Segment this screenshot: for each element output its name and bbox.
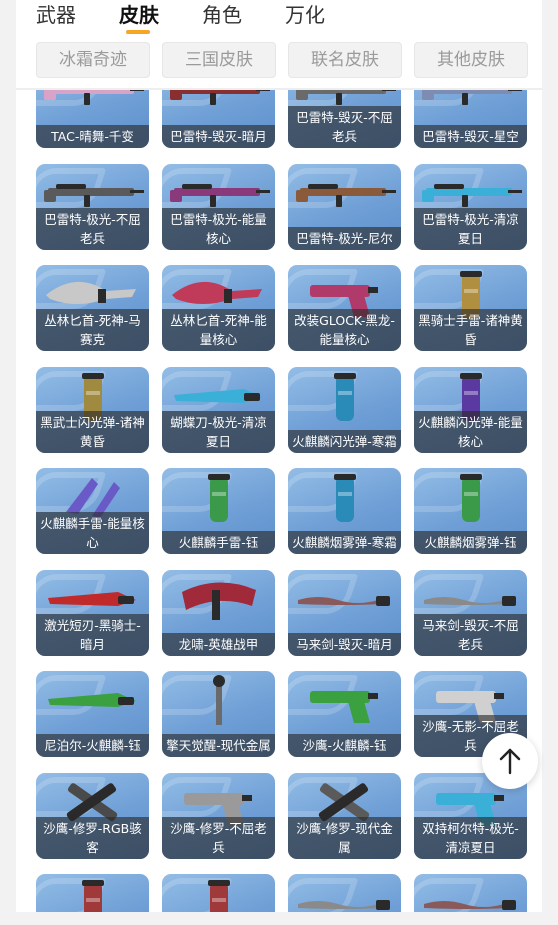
skin-card[interactable]: 巴雷特-极光-能量核心 <box>162 163 275 250</box>
skin-grid-viewport[interactable]: TAC-晴舞-千变 巴雷特-毁灭-暗月 巴雷特-毁灭-不屈老兵 巴雷特-毁灭-星… <box>16 90 542 912</box>
skin-card-label: 巴雷特-毁灭-暗月 <box>162 125 275 148</box>
skin-card[interactable]: 黑骑士手雷-诸神黄昏 <box>414 265 527 351</box>
skin-card[interactable]: 龙啸-英雄战甲 <box>162 569 275 656</box>
skin-card-label: 丛林匕首-死神-能量核心 <box>162 309 275 351</box>
skin-card-label: TAC-晴舞-千变 <box>36 125 149 148</box>
skin-card[interactable]: 沙鹰-火麒麟-钰 <box>288 671 401 757</box>
skin-card[interactable]: 改装GLOCK-黑龙-能量核心 <box>288 265 401 351</box>
skin-catalog-page: 武器 皮肤 角色 万化 冰霜奇迹 三国皮肤 联名皮肤 其他皮肤 TAC-晴舞-千… <box>16 0 542 925</box>
grenade-weapon-icon <box>82 880 104 912</box>
grenade-weapon-icon <box>460 474 482 522</box>
skin-card[interactable]: 火麒麟闪光弹-能量核心 <box>414 366 527 453</box>
subtab-frost-miracle[interactable]: 冰霜奇迹 <box>36 42 150 78</box>
skin-card[interactable]: 巴雷特-极光-不屈老兵 <box>36 163 149 250</box>
skin-card-label: 改装GLOCK-黑龙-能量核心 <box>288 309 401 351</box>
skin-card[interactable]: 巴雷特-极光-尼尔 <box>288 163 401 250</box>
category-tabs: 武器 皮肤 角色 万化 <box>16 0 542 40</box>
skin-card-label: 激光短刃-黑骑士-暗月 <box>36 613 149 656</box>
grenade-weapon-icon <box>208 880 230 912</box>
skin-card-label: 龙啸-英雄战甲 <box>162 632 275 656</box>
skin-card[interactable]: TAC-晴舞-千变 <box>36 90 149 148</box>
skin-card[interactable] <box>36 874 149 912</box>
skin-card-label: 马来剑-毁灭-不屈老兵 <box>414 613 527 656</box>
grenade-weapon-icon <box>334 372 356 421</box>
skin-card[interactable]: 马来剑-毁灭-暗月 <box>288 569 401 656</box>
skin-card-label: 黑骑士手雷-诸神黄昏 <box>414 309 527 351</box>
skin-card[interactable]: 蝴蝶刀-极光-清凉夏日 <box>162 366 275 453</box>
skin-card-label: 巴雷特-毁灭-星空 <box>414 125 527 148</box>
sword-weapon-icon <box>298 900 390 910</box>
skin-card[interactable]: 尼泊尔-火麒麟-钰 <box>36 671 149 757</box>
grenade-weapon-icon <box>334 474 356 522</box>
skin-subcategory-tabs: 冰霜奇迹 三国皮肤 联名皮肤 其他皮肤 <box>16 42 542 82</box>
skin-card[interactable]: 火麒麟烟雾弹-钰 <box>414 468 527 554</box>
skin-card-label: 黑武士闪光弹-诸神黄昏 <box>36 410 149 453</box>
skin-card[interactable]: 火麒麟手雷-能量核心 <box>36 468 149 554</box>
skin-card[interactable]: 黑武士闪光弹-诸神黄昏 <box>36 366 149 453</box>
skin-card-label: 火麒麟手雷-钰 <box>162 531 275 554</box>
skin-card[interactable]: 火麒麟烟雾弹-寒霜 <box>288 468 401 554</box>
skin-card-label: 火麒麟烟雾弹-钰 <box>414 531 527 554</box>
skin-card[interactable]: 擎天觉醒-现代金属 <box>162 671 275 757</box>
skin-card[interactable]: 火麒麟闪光弹-寒霜 <box>288 366 401 453</box>
skin-card-label: 沙鹰-修罗-现代金属 <box>288 816 401 859</box>
tab-wanhua[interactable]: 万化 <box>285 2 325 28</box>
tab-characters[interactable]: 角色 <box>202 2 242 28</box>
skin-card[interactable]: 火麒麟手雷-钰 <box>162 468 275 554</box>
skin-card[interactable] <box>162 874 275 912</box>
skin-card-label: 双持柯尔特-极光-清凉夏日 <box>414 816 527 859</box>
skin-card-label: 火麒麟闪光弹-寒霜 <box>288 429 401 453</box>
skin-card-label: 丛林匕首-死神-马赛克 <box>36 309 149 351</box>
axe-weapon-icon <box>182 581 256 620</box>
skin-card[interactable]: 沙鹰-修罗-现代金属 <box>288 772 401 859</box>
tab-skins[interactable]: 皮肤 <box>119 2 159 28</box>
skin-card-label: 火麒麟闪光弹-能量核心 <box>414 410 527 453</box>
skin-card-label: 巴雷特-极光-尼尔 <box>288 226 401 250</box>
skin-card[interactable]: 巴雷特-毁灭-星空 <box>414 90 527 148</box>
skin-card[interactable]: 巴雷特-毁灭-暗月 <box>162 90 275 148</box>
skin-card-label: 马来剑-毁灭-暗月 <box>288 632 401 656</box>
skin-card-label: 火麒麟烟雾弹-寒霜 <box>288 531 401 554</box>
skin-card[interactable]: 沙鹰-修罗-不屈老兵 <box>162 772 275 859</box>
pistol-weapon-icon <box>310 691 378 723</box>
skin-card[interactable]: 沙鹰-修罗-RGB骇客 <box>36 772 149 859</box>
skin-card-label: 蝴蝶刀-极光-清凉夏日 <box>162 410 275 453</box>
skin-card-label: 尼泊尔-火麒麟-钰 <box>36 734 149 757</box>
grenade-weapon-icon <box>208 474 230 522</box>
subtab-other[interactable]: 其他皮肤 <box>414 42 528 78</box>
subtab-collab[interactable]: 联名皮肤 <box>288 42 402 78</box>
staff-weapon-icon <box>213 675 225 725</box>
sword-weapon-icon <box>424 900 516 910</box>
skin-card-label: 巴雷特-毁灭-不屈老兵 <box>288 106 401 148</box>
sword-weapon-icon <box>298 595 390 606</box>
subtab-three-kingdoms[interactable]: 三国皮肤 <box>162 42 276 78</box>
skin-card-label: 擎天觉醒-现代金属 <box>162 734 275 757</box>
skin-card[interactable]: 丛林匕首-死神-马赛克 <box>36 265 149 351</box>
skin-card[interactable] <box>288 874 401 912</box>
bottom-edge <box>0 912 558 925</box>
skin-card-label: 沙鹰-火麒麟-钰 <box>288 734 401 757</box>
rifle-weapon-icon <box>296 183 396 207</box>
skin-card[interactable]: 丛林匕首-死神-能量核心 <box>162 265 275 351</box>
back-to-top-button[interactable] <box>482 733 538 789</box>
skin-card[interactable]: 巴雷特-毁灭-不屈老兵 <box>288 90 401 148</box>
active-tab-underline <box>126 30 150 34</box>
tab-weapons[interactable]: 武器 <box>36 2 76 28</box>
knife-weapon-icon <box>48 693 136 707</box>
skin-card-label: 巴雷特-极光-能量核心 <box>162 207 275 250</box>
skin-card-label: 沙鹰-修罗-不屈老兵 <box>162 816 275 859</box>
skin-card[interactable]: 马来剑-毁灭-不屈老兵 <box>414 569 527 656</box>
skin-card-label: 火麒麟手雷-能量核心 <box>36 512 149 554</box>
rifle-weapon-icon <box>422 90 522 105</box>
rifle-weapon-icon <box>170 90 270 105</box>
arrow-up-icon <box>499 748 521 775</box>
skin-card[interactable]: 激光短刃-黑骑士-暗月 <box>36 569 149 656</box>
skin-card[interactable] <box>414 874 527 912</box>
skin-card-label: 沙鹰-修罗-RGB骇客 <box>36 816 149 859</box>
skin-card-label: 巴雷特-极光-清凉夏日 <box>414 207 527 250</box>
skin-card[interactable]: 巴雷特-极光-清凉夏日 <box>414 163 527 250</box>
rifle-weapon-icon <box>44 90 144 105</box>
skin-card-label: 巴雷特-极光-不屈老兵 <box>36 207 149 250</box>
